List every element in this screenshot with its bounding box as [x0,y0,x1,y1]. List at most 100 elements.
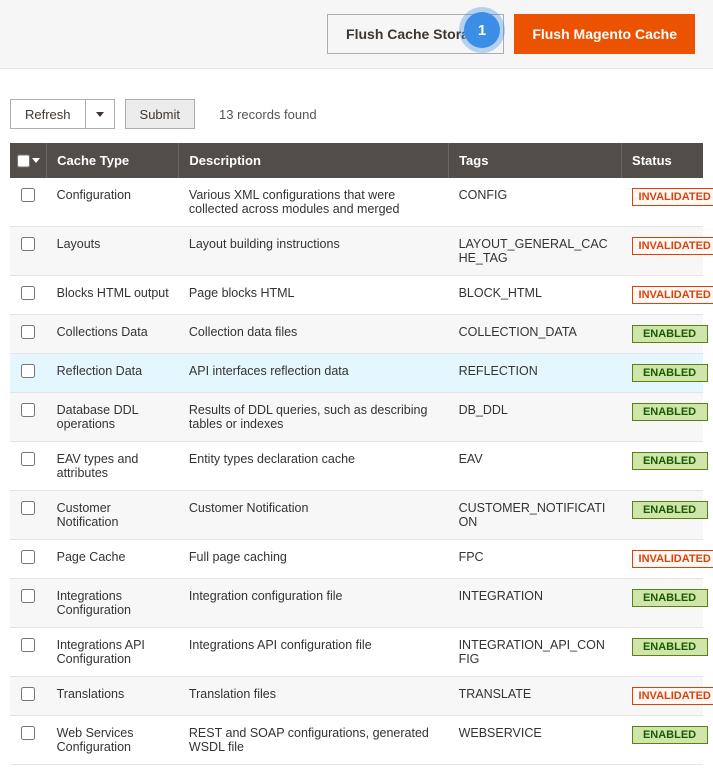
cache-type-cell: Reflection Data [47,354,179,393]
table-row[interactable]: Database DDL operationsResults of DDL qu… [10,393,703,442]
cache-type-cell: Integrations API Configuration [47,628,179,677]
row-check-cell [10,276,47,315]
status-cell: INVALIDATED [622,227,703,276]
tags-cell: BLOCK_HTML [449,276,622,315]
row-check-cell [10,178,47,227]
table-row[interactable]: Integrations ConfigurationIntegration co… [10,579,703,628]
status-badge: ENABLED [632,325,708,343]
row-checkbox[interactable] [21,237,35,251]
row-checkbox[interactable] [21,638,35,652]
cache-type-cell: Customer Notification [47,491,179,540]
annotation-badge: 1 [464,12,500,48]
status-cell: INVALIDATED [622,540,703,579]
description-cell: REST and SOAP configurations, generated … [179,716,449,765]
table-row[interactable]: Page CacheFull page cachingFPCINVALIDATE… [10,540,703,579]
row-check-cell [10,540,47,579]
header-cache-type[interactable]: Cache Type [47,143,179,178]
cache-type-cell: Database DDL operations [47,393,179,442]
status-cell: ENABLED [622,315,703,354]
description-cell: Integration configuration file [179,579,449,628]
row-checkbox[interactable] [21,550,35,564]
description-cell: Various XML configurations that were col… [179,178,449,227]
status-badge: INVALIDATED [632,237,713,255]
cache-type-cell: Blocks HTML output [47,276,179,315]
row-checkbox[interactable] [21,501,35,515]
table-row[interactable]: EAV types and attributesEntity types dec… [10,442,703,491]
cache-type-cell: EAV types and attributes [47,442,179,491]
header-description[interactable]: Description [179,143,449,178]
table-row[interactable]: Reflection DataAPI interfaces reflection… [10,354,703,393]
submit-button[interactable]: Submit [125,99,195,129]
description-cell: Collection data files [179,315,449,354]
status-cell: ENABLED [622,442,703,491]
select-all-dropdown-icon[interactable] [32,158,40,163]
description-cell: Entity types declaration cache [179,442,449,491]
select-all-checkbox[interactable] [17,154,30,168]
status-cell: ENABLED [622,354,703,393]
row-check-cell [10,677,47,716]
status-cell: ENABLED [622,716,703,765]
header-tags[interactable]: Tags [449,143,622,178]
table-row[interactable]: Web Services ConfigurationREST and SOAP … [10,716,703,765]
description-cell: Translation files [179,677,449,716]
row-checkbox[interactable] [21,325,35,339]
table-row[interactable]: ConfigurationVarious XML configurations … [10,178,703,227]
table-row[interactable]: TranslationsTranslation filesTRANSLATEIN… [10,677,703,716]
table-row[interactable]: Blocks HTML outputPage blocks HTMLBLOCK_… [10,276,703,315]
table-row[interactable]: Integrations API ConfigurationIntegratio… [10,628,703,677]
description-cell: API interfaces reflection data [179,354,449,393]
row-check-cell [10,227,47,276]
header-check [10,143,47,178]
toolbar: Refresh Submit 13 records found [0,69,713,143]
tags-cell: COLLECTION_DATA [449,315,622,354]
cache-type-cell: Translations [47,677,179,716]
cache-table: Cache Type Description Tags Status Confi… [10,143,703,765]
row-checkbox[interactable] [21,726,35,740]
refresh-button[interactable]: Refresh [10,99,86,129]
cache-type-cell: Page Cache [47,540,179,579]
description-cell: Results of DDL queries, such as describi… [179,393,449,442]
refresh-action-group: Refresh [10,99,115,129]
row-checkbox[interactable] [21,687,35,701]
tags-cell: TRANSLATE [449,677,622,716]
status-cell: INVALIDATED [622,276,703,315]
row-checkbox[interactable] [21,589,35,603]
row-checkbox[interactable] [21,188,35,202]
cache-type-cell: Layouts [47,227,179,276]
status-cell: ENABLED [622,579,703,628]
table-row[interactable]: LayoutsLayout building instructionsLAYOU… [10,227,703,276]
status-badge: ENABLED [632,403,708,421]
status-badge: INVALIDATED [632,687,713,705]
row-check-cell [10,716,47,765]
top-actions-bar: Flush Cache Storage Flush Magento Cache … [0,0,713,69]
description-cell: Page blocks HTML [179,276,449,315]
tags-cell: CUSTOMER_NOTIFICATION [449,491,622,540]
status-cell: ENABLED [622,491,703,540]
status-badge: ENABLED [632,452,708,470]
refresh-dropdown-toggle[interactable] [86,99,115,129]
table-row[interactable]: Customer NotificationCustomer Notificati… [10,491,703,540]
cache-type-cell: Collections Data [47,315,179,354]
row-checkbox[interactable] [21,452,35,466]
tags-cell: DB_DDL [449,393,622,442]
tags-cell: REFLECTION [449,354,622,393]
row-check-cell [10,579,47,628]
tags-cell: INTEGRATION_API_CONFIG [449,628,622,677]
flush-magento-cache-button[interactable]: Flush Magento Cache [514,14,695,54]
cache-type-cell: Integrations Configuration [47,579,179,628]
status-badge: ENABLED [632,501,708,519]
records-found-label: 13 records found [219,107,317,122]
table-header-row: Cache Type Description Tags Status [10,143,703,178]
status-badge: INVALIDATED [632,188,713,206]
row-check-cell [10,393,47,442]
cache-type-cell: Web Services Configuration [47,716,179,765]
tags-cell: WEBSERVICE [449,716,622,765]
row-checkbox[interactable] [21,286,35,300]
table-row[interactable]: Collections DataCollection data filesCOL… [10,315,703,354]
status-badge: ENABLED [632,589,708,607]
description-cell: Customer Notification [179,491,449,540]
header-status[interactable]: Status [622,143,703,178]
row-checkbox[interactable] [21,403,35,417]
row-checkbox[interactable] [21,364,35,378]
tags-cell: LAYOUT_GENERAL_CACHE_TAG [449,227,622,276]
